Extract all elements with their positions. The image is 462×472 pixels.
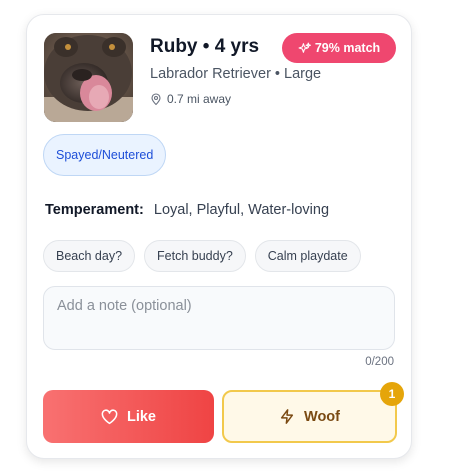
location-pin-icon: [150, 92, 162, 106]
dog-photo: [44, 33, 133, 122]
chip-calm-playdate[interactable]: Calm playdate: [254, 240, 361, 272]
note-input[interactable]: [43, 286, 395, 350]
temperament-label: Temperament:: [45, 202, 144, 218]
heart-icon: [101, 408, 118, 425]
woof-count-badge: 1: [380, 382, 404, 406]
breed-size: Labrador Retriever • Large: [150, 66, 322, 82]
sparkles-icon: [298, 42, 311, 55]
chip-fetch-buddy[interactable]: Fetch buddy?: [144, 240, 246, 272]
dog-name-age: Ruby • 4 yrs: [150, 36, 260, 57]
temperament-value: Loyal, Playful, Water-loving: [153, 202, 330, 218]
woof-label: Woof: [304, 408, 340, 425]
note-counter: 0/200: [365, 356, 394, 368]
suggestion-chips: Beach day? Fetch buddy? Calm playdate: [43, 240, 361, 272]
chip-beach-day[interactable]: Beach day?: [43, 240, 136, 272]
like-button[interactable]: Like: [43, 390, 214, 443]
like-label: Like: [126, 408, 156, 425]
status-badge: Spayed/Neutered: [43, 134, 167, 176]
profile-card: Ruby • 4 yrs 79% match Labrador Retrieve…: [26, 14, 412, 459]
woof-button[interactable]: Woof 1: [222, 382, 404, 443]
temperament: Temperament: Loyal, Playful, Water-lovin…: [45, 202, 329, 218]
distance: 0.7 mi away: [150, 91, 231, 107]
lightning-icon: [279, 408, 295, 425]
match-badge: 79% match: [282, 33, 396, 63]
match-label: 79% match: [314, 41, 381, 55]
distance-text: 0.7 mi away: [167, 92, 232, 106]
